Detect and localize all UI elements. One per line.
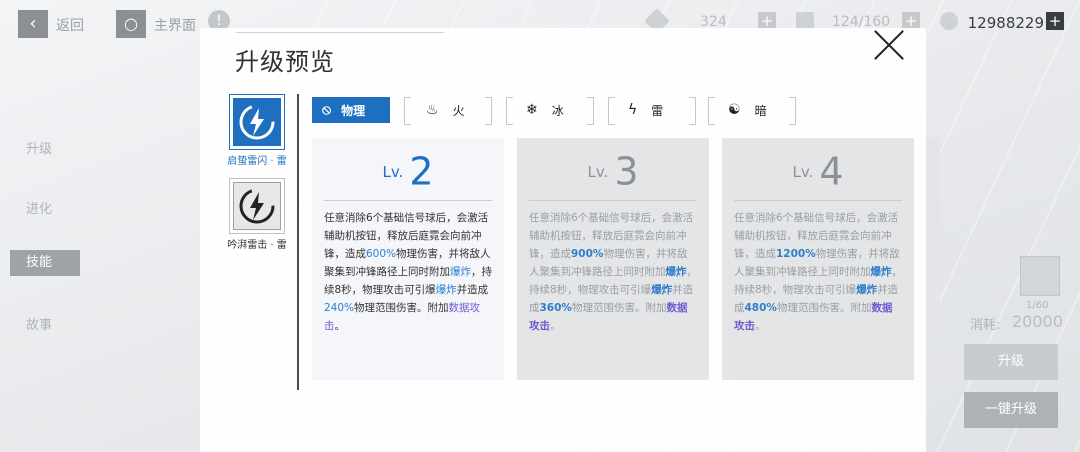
damage-percent: 240% bbox=[324, 302, 355, 314]
chevron-left-icon: ‹ bbox=[29, 13, 37, 34]
lightning-icon: ϟ bbox=[628, 102, 638, 118]
fire-icon: ♨ bbox=[426, 102, 439, 118]
close-icon[interactable] bbox=[872, 28, 908, 62]
add-credits-button[interactable]: + bbox=[1046, 12, 1064, 30]
level-prefix: Lv. bbox=[382, 162, 404, 181]
back-label[interactable]: 返回 bbox=[56, 15, 84, 35]
tab-label: 暗 bbox=[754, 103, 767, 118]
title-divider bbox=[236, 32, 444, 33]
side-item-evolve[interactable]: 进化 bbox=[26, 198, 52, 217]
level-heading: Lv. 2 bbox=[324, 148, 492, 194]
keyword-explosion: 爆炸 bbox=[665, 266, 687, 278]
divider bbox=[529, 200, 697, 201]
side-item-upgrade[interactable]: 升级 bbox=[26, 138, 52, 157]
credits-value: 12988229 bbox=[967, 14, 1044, 32]
physical-icon: ⦸ bbox=[322, 102, 332, 118]
one-click-upgrade-button[interactable]: 一键升级 bbox=[964, 392, 1058, 428]
level-number: 4 bbox=[819, 149, 844, 194]
cost-label: 消耗: bbox=[970, 318, 1001, 333]
side-item-skill[interactable]: 技能 bbox=[10, 250, 80, 276]
tab-label: 物理 bbox=[341, 103, 366, 118]
tab-label: 火 bbox=[452, 103, 465, 118]
skill-slot-1[interactable] bbox=[229, 94, 285, 150]
keyword-explosion: 爆炸 bbox=[435, 284, 457, 296]
lightning-emblem-icon bbox=[233, 182, 281, 230]
tab-label: 冰 bbox=[551, 103, 564, 118]
skill-description: 任意消除6个基础信号球后，会激活辅助机按钮，释放后庭霓会向前冲锋，造成1200%… bbox=[734, 212, 902, 332]
level-number: 3 bbox=[614, 149, 639, 194]
level-card-3: Lv. 3 任意消除6个基础信号球后，会激活辅助机按钮，释放后庭霓会向前冲锋，造成… bbox=[517, 138, 709, 380]
level-number: 2 bbox=[409, 149, 434, 194]
divider bbox=[324, 200, 492, 201]
skill-label-1: 启蛰雷闪 · 雷 bbox=[227, 156, 287, 167]
tab-ice[interactable]: ❄ 冰 bbox=[526, 97, 564, 123]
keyword-explosion: 爆炸 bbox=[870, 266, 892, 278]
keyword-explosion: 爆炸 bbox=[450, 266, 471, 278]
level-card-4: Lv. 4 任意消除6个基础信号球后，会激活辅助机按钮，释放后庭霓会向前冲锋，造成… bbox=[722, 138, 914, 380]
keyword-explosion: 爆炸 bbox=[651, 284, 673, 296]
material-item-icon bbox=[1020, 256, 1060, 296]
credits-coin-icon bbox=[940, 12, 958, 30]
item-count: 1/60 bbox=[1026, 300, 1049, 311]
tab-physical[interactable]: ⦸ 物理 bbox=[312, 97, 390, 123]
home-button[interactable]: ○ bbox=[116, 10, 146, 38]
side-item-story[interactable]: 故事 bbox=[26, 314, 52, 333]
ice-icon: ❄ bbox=[526, 102, 538, 118]
upgrade-button[interactable]: 升级 bbox=[964, 344, 1058, 380]
damage-percent: 360% bbox=[539, 302, 572, 314]
skill-description: 任意消除6个基础信号球后，会激活辅助机按钮，释放后庭霓会向前冲锋，造成600%物… bbox=[324, 212, 492, 332]
keyword-explosion: 爆炸 bbox=[856, 284, 878, 296]
divider bbox=[734, 200, 902, 201]
lightning-emblem-icon bbox=[233, 98, 281, 146]
dark-icon: ☯ bbox=[728, 102, 741, 118]
skill-label-2: 吟湃雷击 · 雷 bbox=[227, 240, 287, 251]
tab-lightning[interactable]: ϟ 雷 bbox=[628, 97, 663, 123]
tab-dark[interactable]: ☯ 暗 bbox=[728, 97, 767, 123]
modal-title: 升级预览 bbox=[235, 48, 335, 76]
circle-icon: ○ bbox=[124, 14, 138, 33]
damage-percent: 1200% bbox=[776, 248, 816, 260]
level-heading: Lv. 4 bbox=[734, 148, 902, 194]
skill-slot-2[interactable] bbox=[229, 178, 285, 234]
damage-percent: 600% bbox=[366, 248, 397, 260]
tab-fire[interactable]: ♨ 火 bbox=[426, 97, 465, 123]
home-label[interactable]: 主界面 bbox=[154, 15, 196, 35]
divider bbox=[297, 94, 299, 390]
damage-percent: 900% bbox=[571, 248, 604, 260]
damage-percent: 480% bbox=[744, 302, 777, 314]
skill-description: 任意消除6个基础信号球后，会激活辅助机按钮，释放后庭霓会向前冲锋，造成900%物… bbox=[529, 212, 697, 332]
cost-value: 20000 bbox=[1012, 312, 1063, 331]
level-prefix: Lv. bbox=[587, 162, 609, 181]
tab-label: 雷 bbox=[651, 103, 664, 118]
level-card-next-partial bbox=[926, 138, 940, 380]
back-button[interactable]: ‹ bbox=[18, 10, 48, 38]
level-card-2: Lv. 2 任意消除6个基础信号球后，会激活辅助机按钮，释放后庭霓会向前冲锋，造成… bbox=[312, 138, 504, 380]
level-prefix: Lv. bbox=[792, 162, 814, 181]
level-heading: Lv. 3 bbox=[529, 148, 697, 194]
